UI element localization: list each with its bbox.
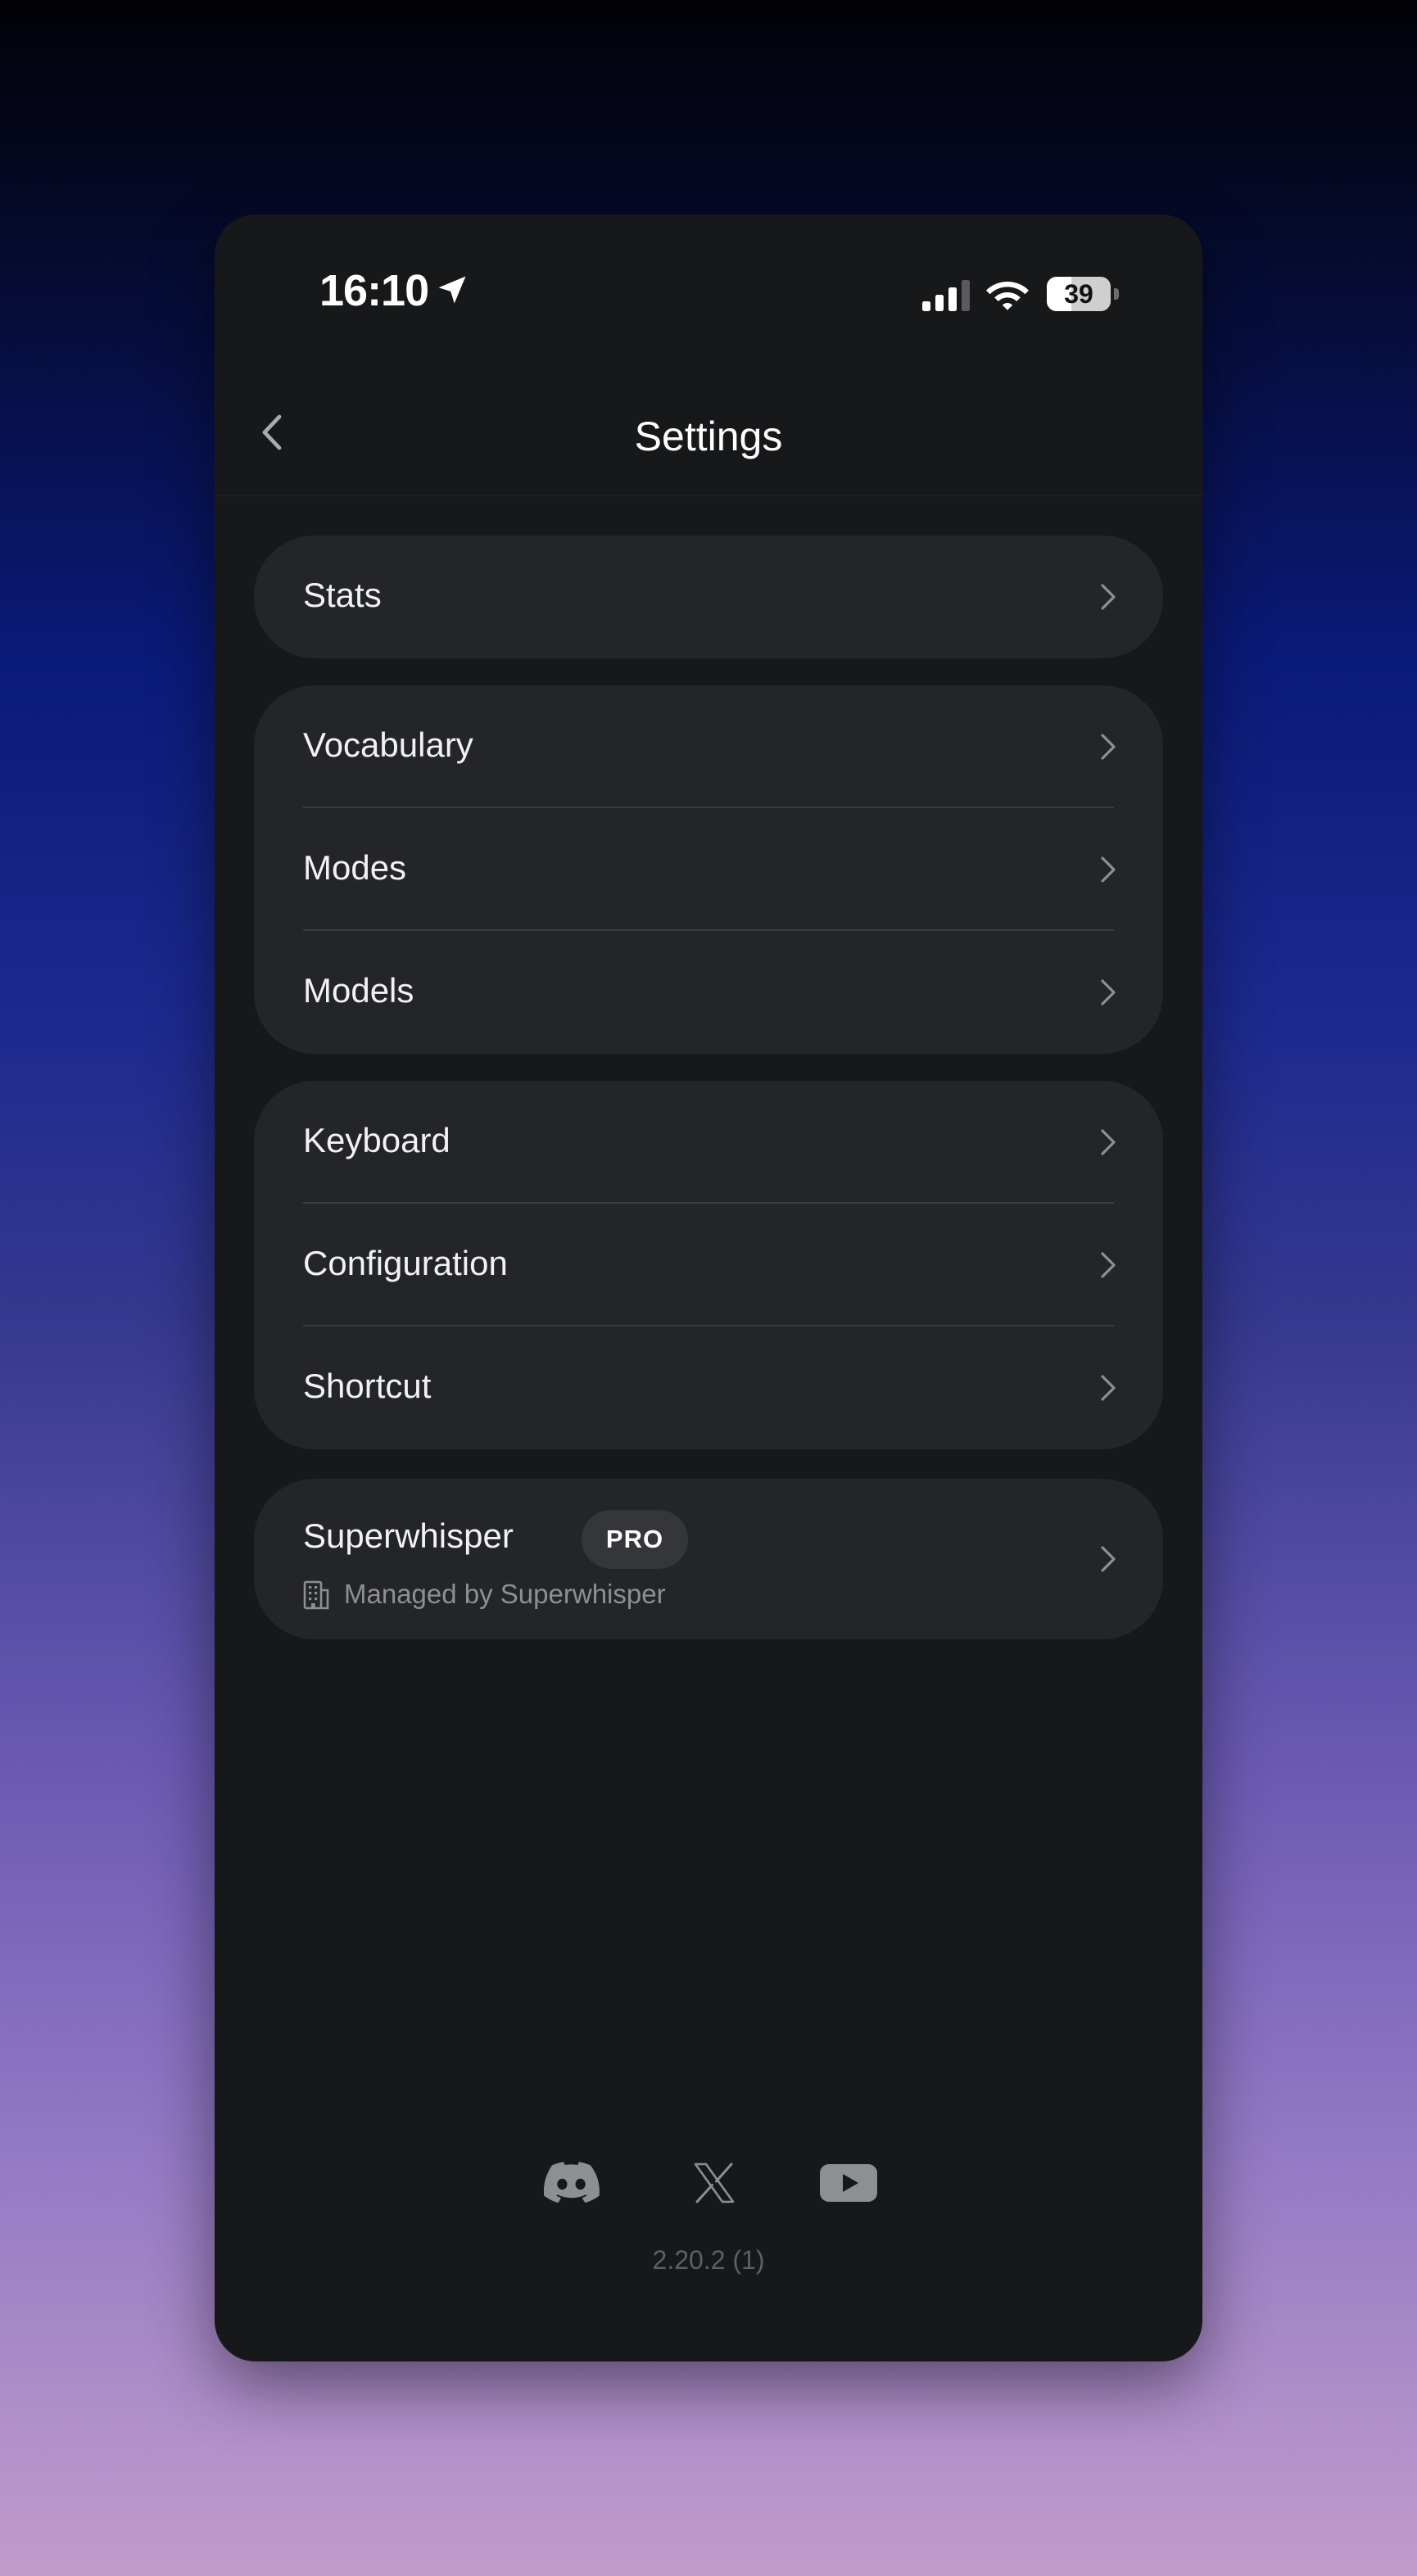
settings-group-input: Keyboard Configuration Shortcut [254,1081,1163,1449]
settings-row-stats[interactable]: Stats [254,536,1163,658]
settings-row-keyboard[interactable]: Keyboard [254,1081,1163,1204]
page-title: Settings [634,414,783,459]
cellular-signal-icon [922,280,970,311]
battery-level: 39 [1064,279,1093,309]
status-bar: 16:10 39 [215,215,1202,378]
location-arrow-icon [438,276,466,304]
chevron-right-icon [1101,979,1116,1006]
settings-row-label: Models [303,971,414,1010]
chevron-right-icon [1101,856,1116,883]
x-icon[interactable] [693,2158,736,2208]
settings-row-label: Modes [303,848,407,887]
settings-row-configuration[interactable]: Configuration [254,1204,1163,1326]
chevron-right-icon [1101,734,1116,760]
discord-icon[interactable] [542,2158,600,2208]
status-time: 16:10 [319,266,429,315]
account-name: Superwhisper [303,1516,514,1555]
settings-row-vocabulary[interactable]: Vocabulary [254,685,1163,808]
battery-nub [1114,288,1119,300]
settings-row-label: Vocabulary [303,725,473,764]
pro-badge: PRO [582,1510,688,1569]
settings-row-models[interactable]: Models [254,931,1163,1054]
youtube-icon[interactable] [819,2158,878,2208]
settings-row-modes[interactable]: Modes [254,808,1163,931]
settings-row-label: Configuration [303,1244,508,1282]
managed-by-label: Managed by Superwhisper [344,1579,666,1609]
chevron-right-icon [1101,1546,1116,1572]
building-icon [303,1580,329,1610]
settings-row-label: Stats [303,576,382,614]
nav-bar: Settings [215,378,1202,496]
battery-icon: 39 [1047,277,1111,311]
settings-group-account: Superwhisper PRO Managed by Superwhisper [254,1479,1163,1639]
chevron-right-icon [1101,1252,1116,1278]
app-version: 2.20.2 (1) [652,2245,765,2275]
settings-row-shortcut[interactable]: Shortcut [254,1326,1163,1449]
app-window: 16:10 39 Settings Stats Vocabulary Modes… [215,215,1202,2361]
chevron-right-icon [1101,584,1116,610]
settings-row-label: Shortcut [303,1367,432,1405]
chevron-right-icon [1101,1375,1116,1401]
account-row[interactable]: Superwhisper PRO Managed by Superwhisper [254,1479,1163,1639]
settings-group-stats: Stats [254,536,1163,658]
wifi-icon [986,282,1029,310]
settings-group-transcription: Vocabulary Modes Models [254,685,1163,1054]
settings-row-label: Keyboard [303,1121,450,1159]
chevron-right-icon [1101,1129,1116,1155]
